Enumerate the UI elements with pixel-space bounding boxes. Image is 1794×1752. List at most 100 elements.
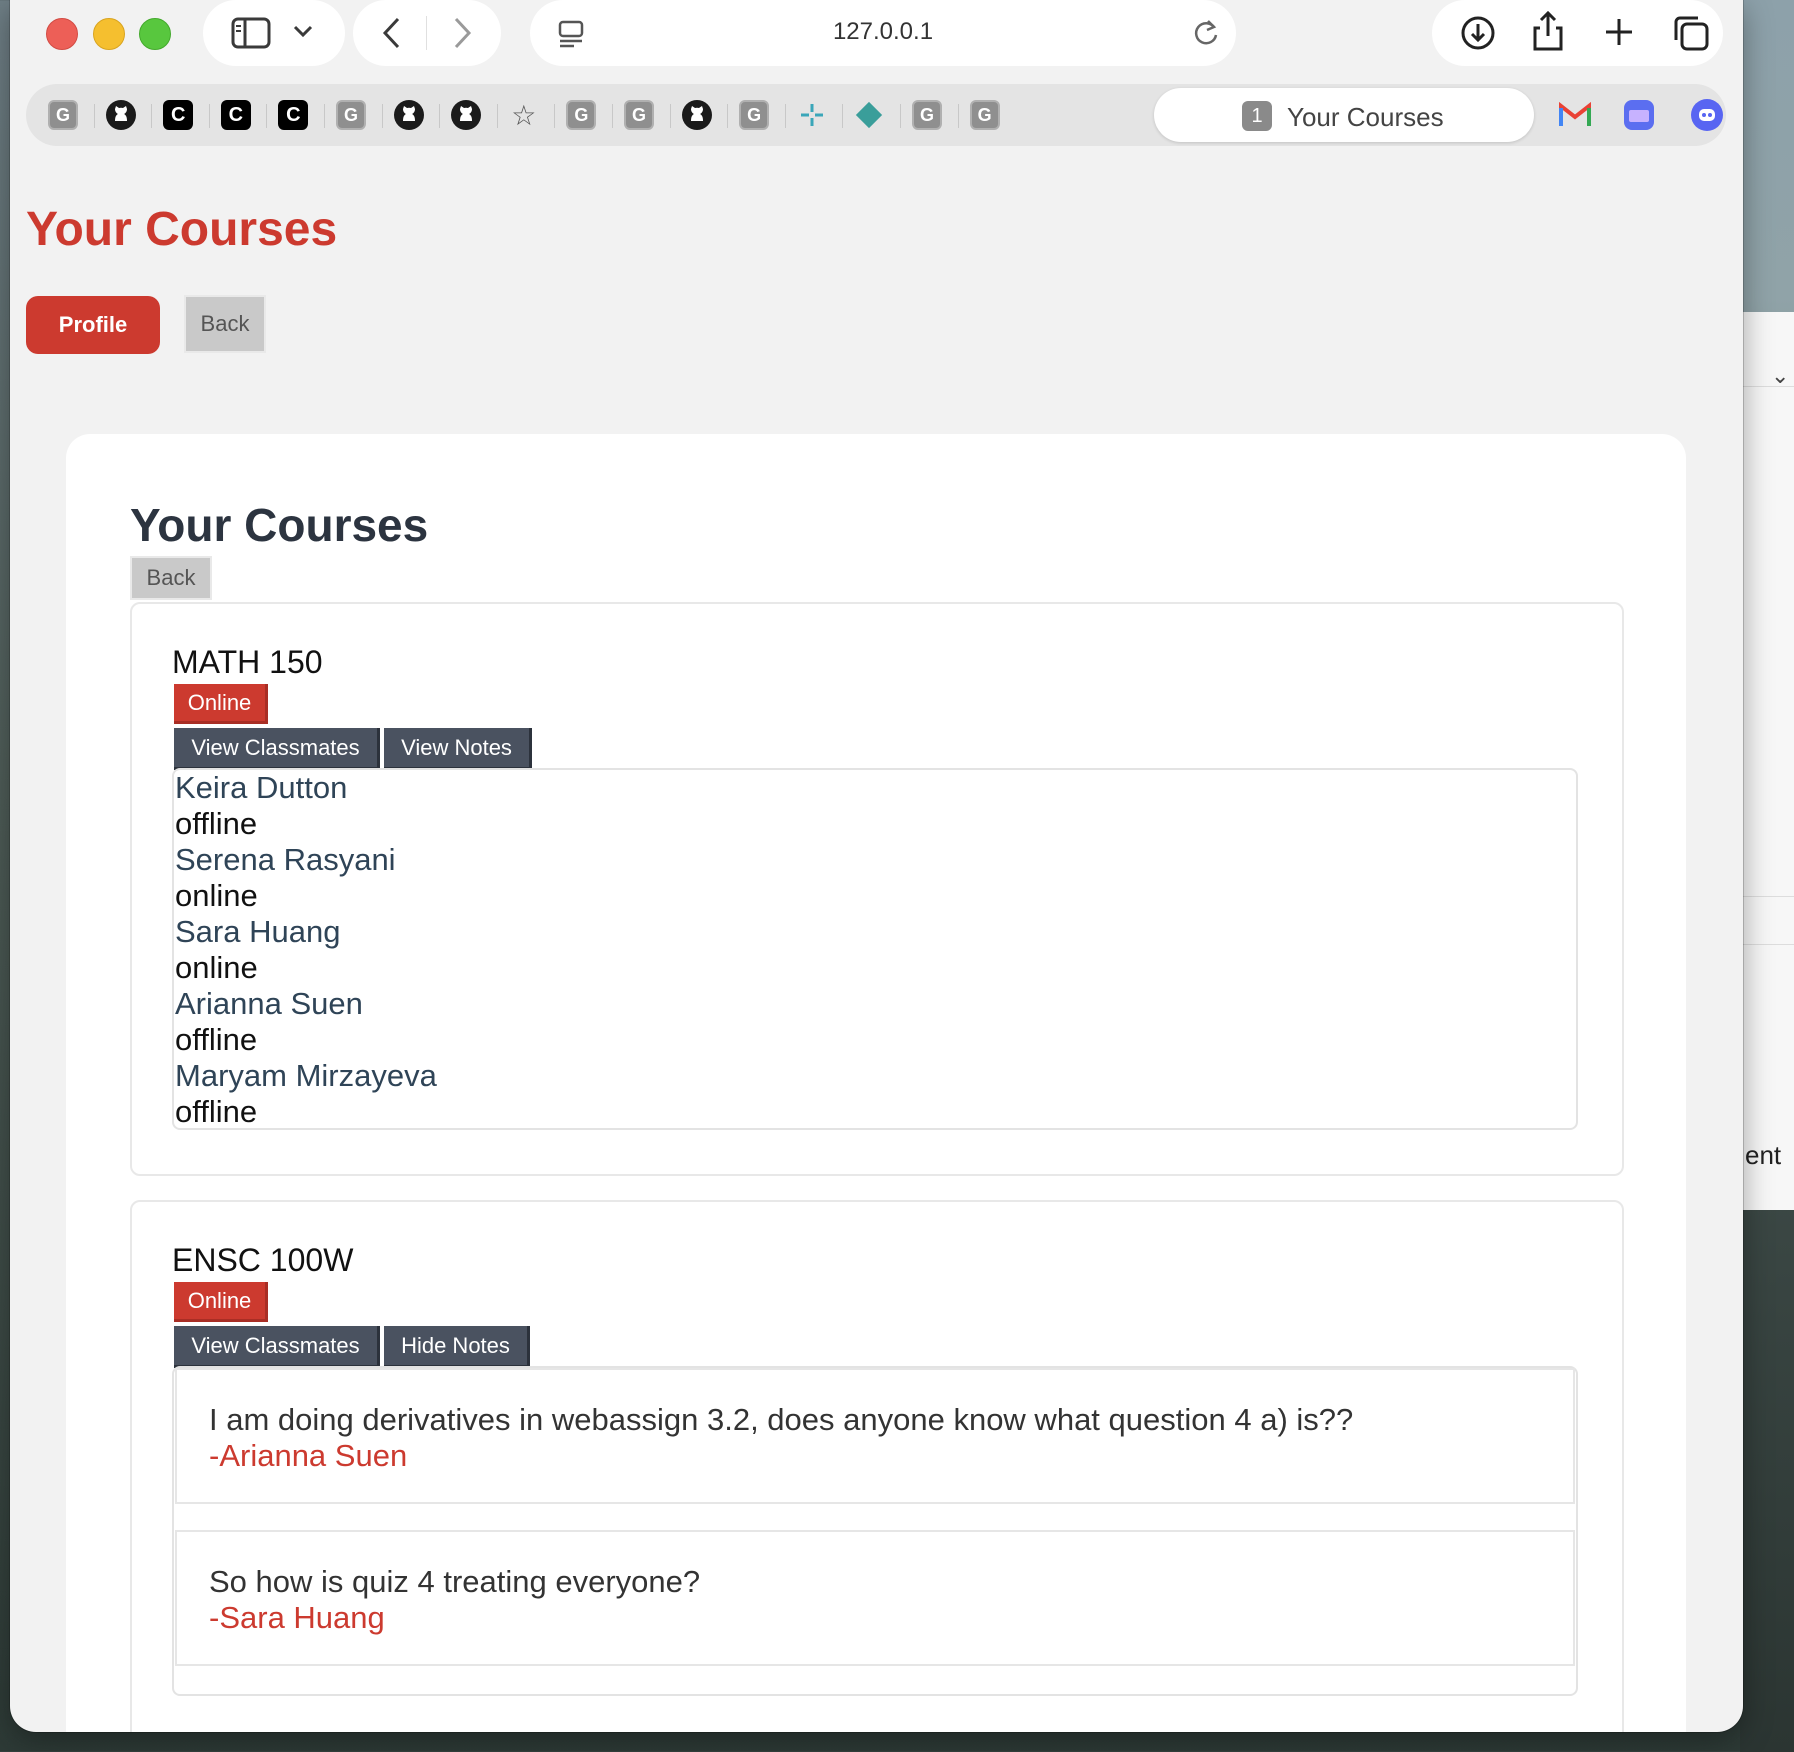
close-window-button[interactable]: [46, 18, 78, 50]
share-icon[interactable]: [1532, 10, 1564, 52]
divider: [381, 104, 383, 128]
toolbar-actions: [1432, 0, 1723, 66]
list-item: Arianna Suen offline: [175, 986, 363, 1058]
list-item: Keira Dutton offline: [175, 770, 347, 842]
note-author: -Sara Huang: [209, 1600, 385, 1635]
page-content: Your Courses Profile Back Your Courses B…: [10, 150, 1743, 1732]
note-author: -Arianna Suen: [209, 1438, 408, 1473]
favorite-g-icon[interactable]: G: [48, 100, 78, 130]
divider: [842, 104, 844, 128]
list-item: Serena Rasyani online: [175, 842, 396, 914]
classmate-name: Arianna Suen: [175, 986, 363, 1021]
favorite-g-icon[interactable]: G: [566, 100, 597, 130]
note-item: I am doing derivatives in webassign 3.2,…: [175, 1368, 1575, 1504]
slack-icon[interactable]: [797, 100, 827, 130]
classmate-status: offline: [175, 1094, 258, 1129]
back-arrow-icon[interactable]: [381, 16, 401, 50]
divider: [266, 104, 268, 128]
favorite-g-icon[interactable]: G: [336, 100, 366, 130]
favorite-c-icon[interactable]: C: [220, 100, 251, 130]
forward-arrow-icon[interactable]: [453, 16, 473, 50]
classmate-name: Keira Dutton: [175, 770, 348, 805]
address-bar[interactable]: 127.0.0.1: [530, 0, 1236, 66]
favorite-g-icon[interactable]: G: [912, 100, 942, 130]
star-icon[interactable]: ☆: [509, 99, 539, 132]
title-bar: 127.0.0.1: [10, 0, 1743, 80]
discord-icon[interactable]: [1690, 98, 1724, 132]
card-title: Your Courses: [130, 499, 429, 551]
github-icon[interactable]: [393, 100, 424, 130]
divider: [554, 104, 556, 128]
divider: [208, 104, 210, 128]
download-icon[interactable]: [1460, 15, 1496, 51]
sidebar-toggle-group: [203, 0, 345, 66]
navigation-buttons: [353, 0, 501, 66]
sidebar-icon[interactable]: [231, 17, 271, 49]
note-item: So how is quiz 4 treating everyone? -Sar…: [175, 1530, 1575, 1666]
classmates-list: Keira Dutton offline Serena Rasyani onli…: [172, 768, 1578, 1130]
gmail-icon[interactable]: [1558, 102, 1592, 128]
profile-button[interactable]: Profile: [26, 296, 160, 354]
divider: [93, 104, 95, 128]
chevron-down-icon[interactable]: [293, 25, 313, 39]
divider: [426, 16, 427, 50]
app-icon[interactable]: [1622, 98, 1656, 132]
divider: [1741, 386, 1794, 387]
divider: [784, 104, 786, 128]
reload-icon[interactable]: [1192, 18, 1220, 48]
view-notes-button[interactable]: View Notes: [384, 728, 532, 770]
tab-count-badge: 1: [1242, 101, 1272, 131]
divider: [669, 104, 671, 128]
notes-list: I am doing derivatives in webassign 3.2,…: [172, 1366, 1578, 1696]
status-badge: Online: [174, 1282, 268, 1322]
favorite-g-icon[interactable]: G: [739, 100, 770, 130]
back-button[interactable]: Back: [184, 295, 266, 353]
course-card-ensc-100w: ENSC 100W Online View Classmates Hide No…: [130, 1200, 1624, 1732]
card-back-button[interactable]: Back: [130, 556, 212, 600]
background-window-text: ent: [1745, 1140, 1782, 1170]
zoom-window-button[interactable]: [139, 18, 171, 50]
classmate-name: Maryam Mirzayeva: [175, 1058, 437, 1093]
favorite-g-icon[interactable]: G: [969, 100, 1000, 130]
divider: [612, 104, 613, 128]
classmate-status: offline: [175, 1022, 258, 1057]
new-tab-icon[interactable]: [1604, 17, 1634, 47]
view-classmates-button[interactable]: View Classmates: [174, 1326, 380, 1368]
minimize-window-button[interactable]: [93, 18, 125, 50]
favorite-c-icon[interactable]: C: [278, 100, 309, 130]
divider: [900, 104, 901, 128]
divider: [324, 104, 325, 128]
divider: [1741, 896, 1794, 897]
github-icon[interactable]: [105, 100, 136, 130]
divider: [1741, 944, 1794, 945]
status-badge: Online: [174, 684, 268, 724]
divider: [151, 104, 153, 128]
classmate-name: Serena Rasyani: [175, 842, 396, 877]
list-item: Sara Huang online: [175, 914, 340, 986]
course-name: MATH 150: [172, 644, 323, 680]
url-text: 127.0.0.1: [832, 18, 934, 45]
favorite-c-icon[interactable]: C: [163, 100, 194, 130]
divider: [957, 104, 959, 128]
tab-overview-icon[interactable]: [1672, 14, 1710, 52]
classmate-name: Sara Huang: [175, 914, 341, 949]
github-icon[interactable]: [681, 100, 712, 130]
favorite-g-icon[interactable]: G: [624, 100, 654, 130]
tab-your-courses[interactable]: 1 Your Courses: [1154, 88, 1534, 142]
course-name: ENSC 100W: [172, 1242, 354, 1278]
classmate-status: online: [175, 878, 258, 913]
divider: [727, 104, 729, 128]
github-icon[interactable]: [451, 100, 482, 130]
page-title: Your Courses: [26, 203, 338, 256]
divider: [496, 104, 498, 128]
browser-window: 127.0.0.1 1 Your Courses G C C C G ☆ G G…: [10, 0, 1743, 1732]
classmate-status: offline: [175, 806, 258, 841]
background-window: ⌄ ent: [1740, 312, 1794, 1210]
divider: [439, 104, 441, 128]
hide-notes-button[interactable]: Hide Notes: [384, 1326, 530, 1368]
note-text: I am doing derivatives in webassign 3.2,…: [209, 1402, 1354, 1437]
favorites-bar: 1 Your Courses G C C C G ☆ G G G G G: [26, 84, 1726, 146]
view-classmates-button[interactable]: View Classmates: [174, 728, 380, 770]
diamond-icon[interactable]: [854, 100, 884, 130]
note-text: So how is quiz 4 treating everyone?: [209, 1564, 701, 1599]
